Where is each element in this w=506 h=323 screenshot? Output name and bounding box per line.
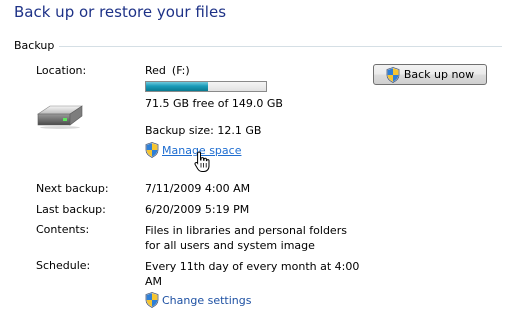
backup-size-text: Backup size: 12.1 GB <box>145 124 262 137</box>
change-settings-label[interactable]: Change settings <box>162 294 251 307</box>
free-space-text: 71.5 GB free of 149.0 GB <box>145 97 283 110</box>
contents-value: Files in libraries and personal folders … <box>145 224 347 252</box>
next-backup-label: Next backup: <box>36 182 109 195</box>
last-backup-label: Last backup: <box>36 203 106 216</box>
contents-label: Contents: <box>36 223 90 236</box>
uac-shield-icon <box>386 66 400 83</box>
backup-section-label: Backup <box>14 39 55 52</box>
capacity-bar-fill <box>146 82 209 91</box>
drive-icon <box>36 103 84 129</box>
location-label: Location: <box>36 64 87 77</box>
schedule-label: Schedule: <box>36 259 91 272</box>
last-backup-value: 6/20/2009 5:19 PM <box>145 203 250 216</box>
section-divider <box>59 46 502 47</box>
capacity-bar <box>145 81 267 92</box>
drive-name: Red <box>145 64 166 77</box>
page-title: Back up or restore your files <box>14 3 227 21</box>
back-up-now-button[interactable]: Back up now <box>373 64 487 85</box>
drive-name-row: Red (F:) <box>145 64 190 77</box>
uac-shield-icon <box>145 292 159 308</box>
drive-letter: (F:) <box>171 64 190 77</box>
schedule-value: Every 11th day of every month at 4:00 AM <box>145 260 360 288</box>
hand-cursor-icon <box>194 151 210 173</box>
uac-shield-icon <box>145 142 159 158</box>
next-backup-value: 7/11/2009 4:00 AM <box>145 182 251 195</box>
change-settings-link[interactable]: Change settings <box>145 292 251 308</box>
back-up-now-label: Back up now <box>403 68 475 81</box>
